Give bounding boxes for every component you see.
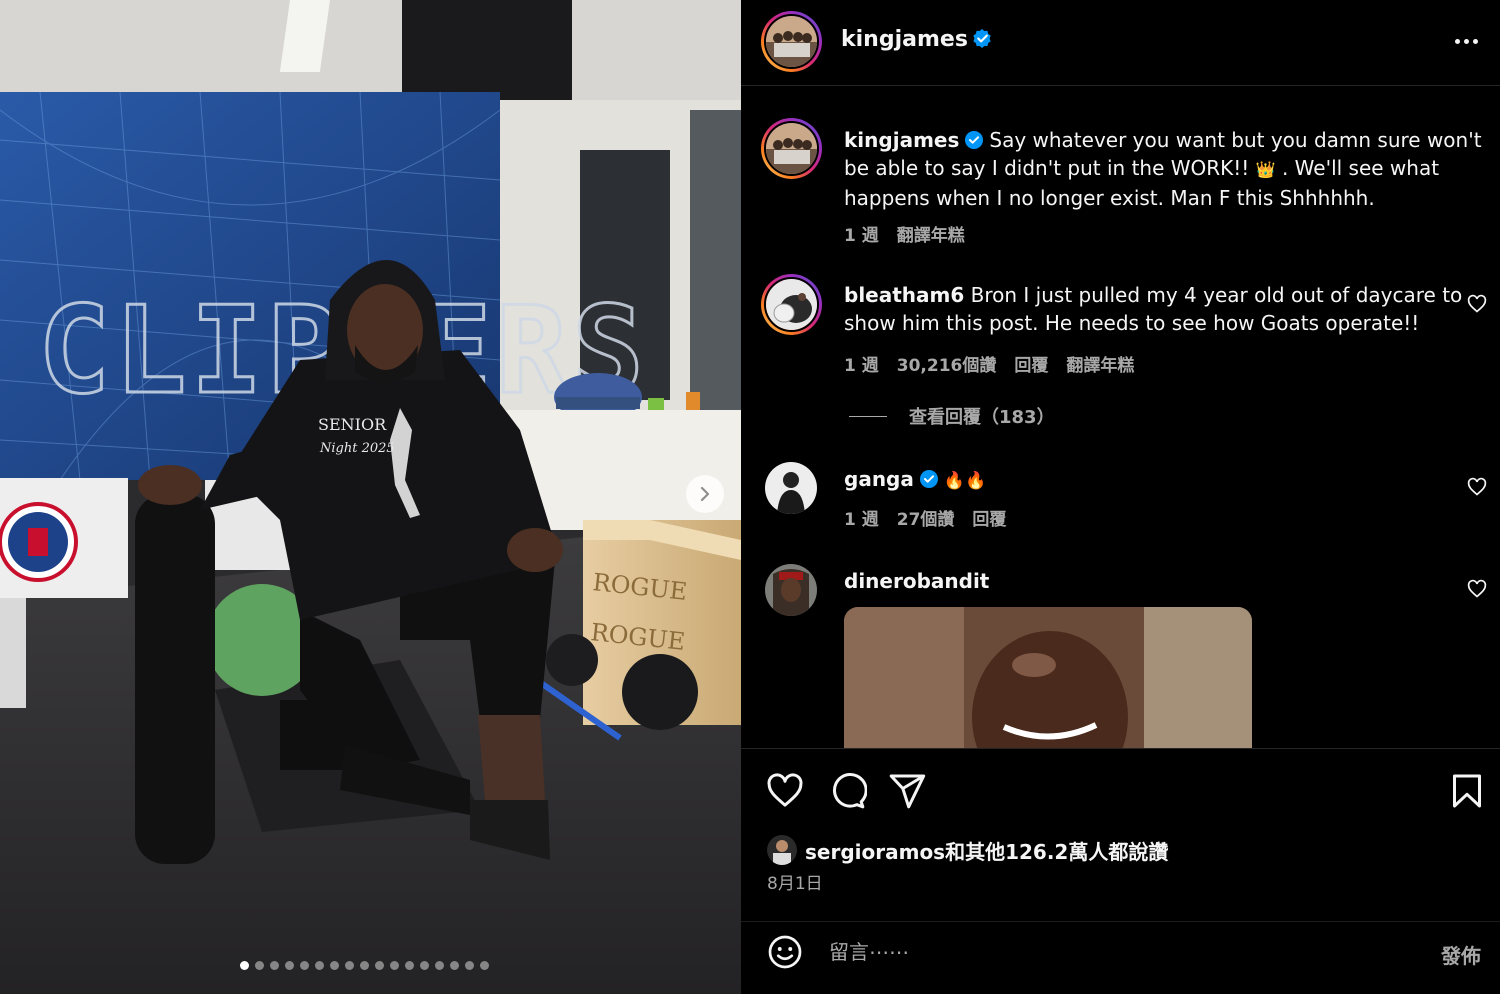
- send-icon[interactable]: [887, 771, 927, 811]
- heart-icon[interactable]: [765, 771, 805, 811]
- caption-text: kingjames Say whatever you want but you d…: [844, 128, 1482, 210]
- verified-badge-icon: [973, 29, 991, 48]
- carousel-dots: [240, 960, 489, 970]
- comment-avatar-bleatham6[interactable]: [761, 274, 822, 335]
- bookmark-icon[interactable]: [1447, 771, 1487, 811]
- svg-text:Night 2025: Night 2025: [319, 441, 395, 456]
- carousel-dot: [450, 960, 459, 970]
- carousel-dot: [300, 960, 309, 970]
- replies-divider: [849, 415, 887, 417]
- caption-time[interactable]: 1 週: [844, 221, 879, 246]
- caption-username[interactable]: kingjames: [844, 128, 959, 152]
- comment-gif[interactable]: [844, 607, 1252, 748]
- likes-summary[interactable]: sergioramos和其他126.2萬人都說讚: [767, 835, 1168, 865]
- verified-badge-icon: [919, 470, 938, 488]
- more-horizontal-icon: [1454, 38, 1460, 44]
- comment-reply-link[interactable]: 回覆: [972, 505, 1006, 530]
- comment-time[interactable]: 1 週: [844, 505, 879, 530]
- carousel-dot: [315, 960, 324, 970]
- comment-username[interactable]: ganga: [844, 467, 914, 491]
- comments-list[interactable]: kingjames Say whatever you want but you d…: [741, 87, 1500, 748]
- hoodie-text: SENIOR: [318, 415, 387, 434]
- caption-avatar[interactable]: [761, 118, 822, 179]
- verified-badge-icon: [965, 131, 984, 149]
- comment-avatar-dinerobandit[interactable]: [765, 564, 817, 616]
- carousel-dot: [480, 960, 489, 970]
- next-slide-button[interactable]: [686, 475, 724, 513]
- author-username[interactable]: kingjames: [841, 27, 992, 52]
- carousel-dot: [240, 960, 249, 970]
- carousel-dot: [420, 960, 429, 970]
- liker-avatar: [767, 835, 797, 865]
- carousel-dot: [270, 960, 279, 970]
- post-side-panel: kingjames kingjames Say whatever you want…: [741, 0, 1500, 994]
- carousel-dot: [330, 960, 339, 970]
- carousel-dot: [435, 960, 444, 970]
- crown-emoji: 👑: [1255, 160, 1276, 179]
- comment-likes[interactable]: 27個讚: [897, 505, 955, 530]
- comment-text: ganga 🔥🔥: [844, 467, 987, 491]
- caption-meta: 1 週 翻譯年糕: [844, 221, 965, 246]
- chevron-right-icon: [700, 486, 710, 502]
- post-photo: CLIPPERS ROGUE ROGUE: [0, 0, 741, 994]
- comment-username[interactable]: bleatham6: [844, 283, 964, 307]
- post-media[interactable]: CLIPPERS ROGUE ROGUE: [0, 0, 741, 994]
- carousel-dot: [465, 960, 474, 970]
- carousel-dot: [390, 960, 399, 970]
- author-avatar[interactable]: [761, 11, 822, 72]
- comment-text: bleatham6 Bron I just pulled my 4 year o…: [844, 283, 1463, 335]
- comment-time[interactable]: 1 週: [844, 351, 879, 376]
- comment-avatar-ganga[interactable]: [765, 462, 817, 514]
- comment-input[interactable]: [829, 934, 1389, 970]
- comment-text: dinerobandit: [844, 567, 1494, 595]
- carousel-dot: [375, 960, 384, 970]
- view-replies-button[interactable]: 查看回覆（183）: [849, 403, 1055, 429]
- carousel-dot: [405, 960, 414, 970]
- post-header: kingjames: [741, 0, 1500, 86]
- comment-likes[interactable]: 30,216個讚: [897, 351, 997, 376]
- comment-like-heart-icon[interactable]: [1467, 477, 1487, 497]
- more-options-button[interactable]: [1450, 29, 1482, 53]
- carousel-dot: [255, 960, 264, 970]
- carousel-dot: [345, 960, 354, 970]
- comment-like-heart-icon[interactable]: [1467, 579, 1487, 599]
- add-comment-bar: 發佈: [741, 921, 1500, 994]
- comment-reply-link[interactable]: 回覆: [1014, 351, 1048, 376]
- comment-meta: 1 週 27個讚 回覆: [844, 505, 1006, 530]
- post-comment-button[interactable]: 發佈: [1441, 940, 1481, 969]
- post-actions: sergioramos和其他126.2萬人都說讚 8月1日 發佈: [741, 748, 1500, 994]
- carousel-dot: [285, 960, 294, 970]
- comment-like-heart-icon[interactable]: [1467, 294, 1487, 314]
- comment-icon[interactable]: [827, 771, 867, 811]
- caption-translate-link[interactable]: 翻譯年糕: [897, 221, 965, 246]
- carousel-dot: [360, 960, 369, 970]
- comment-username[interactable]: dinerobandit: [844, 569, 989, 593]
- comment-meta: 1 週 30,216個讚 回覆 翻譯年糕: [844, 351, 1134, 376]
- comment-translate-link[interactable]: 翻譯年糕: [1066, 351, 1134, 376]
- emoji-icon[interactable]: [767, 934, 803, 970]
- post-date[interactable]: 8月1日: [767, 869, 823, 894]
